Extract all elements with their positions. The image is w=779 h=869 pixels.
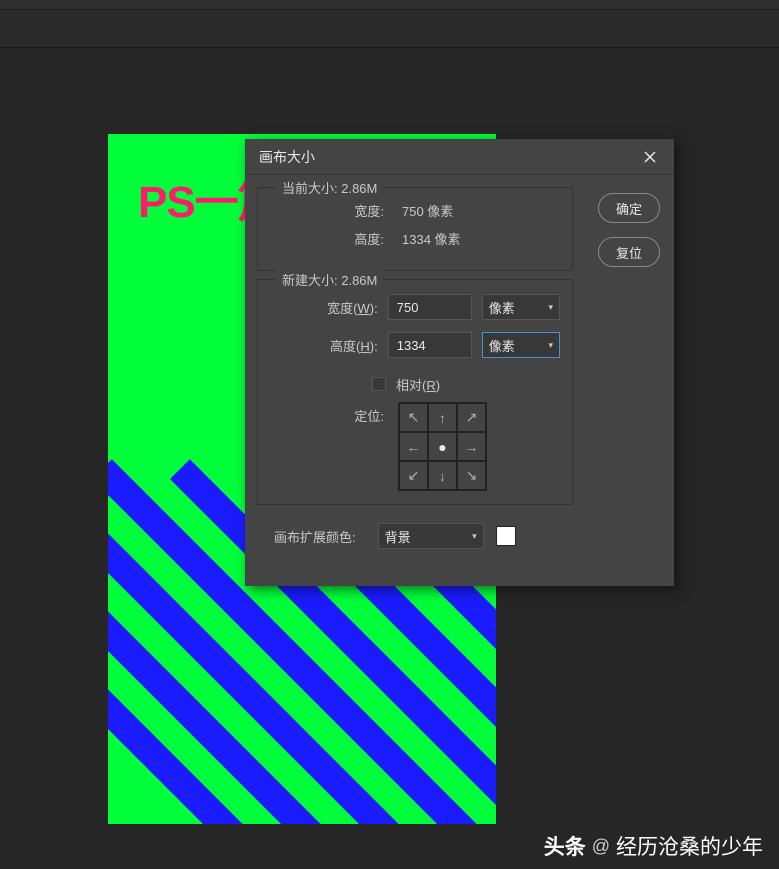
canvas-size-dialog: 画布大小 当前大小: 2.86M 宽度: 750 像素 高度: 1334 像素 bbox=[245, 139, 674, 586]
dialog-titlebar[interactable]: 画布大小 bbox=[245, 139, 674, 175]
current-width-value: 750 像素 bbox=[402, 201, 453, 220]
height-unit-select[interactable]: 像素 ▾ bbox=[482, 332, 560, 358]
extension-color-value: 背景 bbox=[385, 527, 411, 546]
anchor-grid: ↖ ↑ ↗ ← ● → ↙ ↓ ↘ bbox=[398, 402, 487, 491]
new-height-label: 高度(H): bbox=[270, 336, 378, 355]
relative-label: 相对(R) bbox=[396, 375, 440, 394]
extension-color-swatch[interactable] bbox=[496, 526, 516, 546]
extension-color-row: 画布扩展颜色: 背景 ▾ bbox=[257, 523, 662, 549]
dialog-title: 画布大小 bbox=[259, 147, 315, 167]
canvas-area: PS一篇 画布大小 当前大小: 2.86M bbox=[0, 48, 779, 869]
current-height-label: 高度: bbox=[270, 229, 384, 248]
current-size-legend: 当前大小: 2.86M bbox=[276, 178, 383, 197]
anchor-se[interactable]: ↘ bbox=[457, 461, 486, 490]
height-unit-value: 像素 bbox=[489, 336, 515, 355]
anchor-sw[interactable]: ↙ bbox=[399, 461, 428, 490]
new-width-label: 宽度(W): bbox=[270, 298, 378, 317]
chevron-down-icon: ▾ bbox=[548, 302, 553, 313]
width-input[interactable] bbox=[388, 294, 472, 320]
anchor-ne[interactable]: ↗ bbox=[457, 403, 486, 432]
anchor-nw[interactable]: ↖ bbox=[399, 403, 428, 432]
chevron-down-icon: ▾ bbox=[548, 340, 553, 351]
options-bar bbox=[0, 0, 779, 10]
new-size-group: 新建大小: 2.86M 宽度(W): 像素 ▾ 高度(H): 像素 bbox=[257, 279, 573, 505]
anchor-s[interactable]: ↓ bbox=[428, 461, 457, 490]
extension-color-select[interactable]: 背景 ▾ bbox=[378, 523, 484, 549]
watermark: 头条 @ 经历沧桑的少年 bbox=[544, 831, 763, 861]
ok-button[interactable]: 确定 bbox=[598, 193, 660, 223]
new-size-legend: 新建大小: 2.86M bbox=[276, 270, 383, 289]
width-unit-value: 像素 bbox=[489, 298, 515, 317]
watermark-author: 经历沧桑的少年 bbox=[616, 831, 763, 861]
document-tab-bar bbox=[0, 10, 779, 48]
dialog-button-column: 确定 复位 bbox=[598, 193, 660, 267]
relative-checkbox[interactable] bbox=[372, 377, 386, 391]
extension-label: 画布扩展颜色: bbox=[274, 527, 356, 546]
current-height-value: 1334 像素 bbox=[402, 229, 461, 248]
current-size-group: 当前大小: 2.86M 宽度: 750 像素 高度: 1334 像素 bbox=[257, 187, 573, 271]
watermark-at: @ bbox=[592, 836, 610, 857]
width-unit-select[interactable]: 像素 ▾ bbox=[482, 294, 560, 320]
anchor-n[interactable]: ↑ bbox=[428, 403, 457, 432]
anchor-label: 定位: bbox=[270, 402, 384, 425]
close-icon[interactable] bbox=[640, 147, 660, 167]
height-input[interactable] bbox=[388, 332, 472, 358]
current-width-label: 宽度: bbox=[270, 201, 384, 220]
anchor-w[interactable]: ← bbox=[399, 432, 428, 461]
anchor-e[interactable]: → bbox=[457, 432, 486, 461]
anchor-center[interactable]: ● bbox=[428, 432, 457, 461]
reset-button[interactable]: 复位 bbox=[598, 237, 660, 267]
watermark-brand: 头条 bbox=[544, 831, 586, 861]
chevron-down-icon: ▾ bbox=[472, 531, 477, 542]
